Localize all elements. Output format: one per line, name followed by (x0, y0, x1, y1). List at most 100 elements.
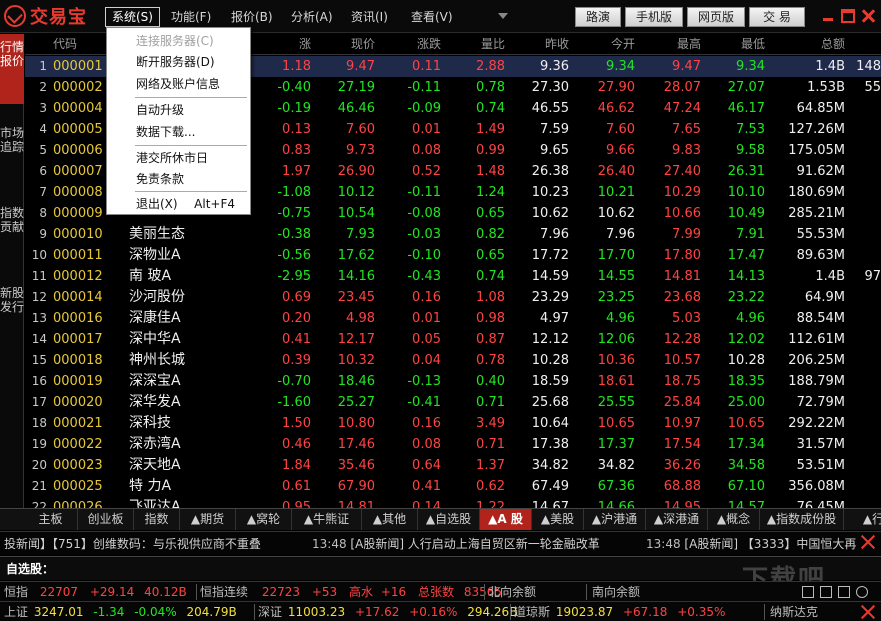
menu-item-disclaimer[interactable]: 免责条款 (108, 169, 249, 189)
shenzhen-index[interactable]: 深证 11003.23 +17.62 +0.16% 294.26B (258, 602, 517, 621)
side-tab-index-contrib[interactable]: 指数贡献 (0, 200, 24, 270)
window-icon[interactable] (820, 586, 832, 598)
menu-system[interactable]: 系统(S) (105, 7, 160, 27)
cell-low: 27.07 (727, 80, 765, 95)
category-tab[interactable]: ▲A 股 (480, 509, 532, 530)
table-row[interactable]: 21 000025 特 力A 0.61 67.90 0.41 0.62 67.49 67.36 6… (25, 476, 881, 497)
category-tab[interactable]: ▲自选股 (418, 509, 480, 530)
dow-jones-index[interactable]: 道琼斯 19023.87 +67.18 +0.35% (514, 602, 725, 621)
cell-open: 10.21 (597, 185, 635, 200)
category-tab[interactable]: ▲深港通 (646, 509, 708, 530)
menu-view[interactable]: 查看(V) (405, 7, 459, 27)
category-tab[interactable]: 指数 (134, 509, 180, 530)
menu-item-data-download[interactable]: 数据下载... (108, 122, 249, 142)
nasdaq-label[interactable]: 纳斯达克 (770, 602, 818, 621)
table-row[interactable]: 11 000012 南 玻A -2.95 14.16 -0.43 0.74 14.59 14.5… (25, 266, 881, 287)
col-header-price[interactable]: 现价 (343, 34, 375, 54)
table-row[interactable]: 12 000014 沙河股份 0.69 23.45 0.16 1.08 23.29 23.25 2… (25, 287, 881, 308)
trade-button[interactable]: 交 易 (749, 7, 805, 27)
hsi-value: 22707 (39, 585, 79, 599)
table-row[interactable]: 18 000021 深科技 1.50 10.80 0.16 3.49 10.64 10.65 10… (25, 413, 881, 434)
category-tab[interactable]: ▲其他 (362, 509, 418, 530)
category-tab[interactable]: ▲行 (844, 509, 881, 530)
col-header-code[interactable]: 代码 (53, 34, 77, 54)
northbound-balance-label[interactable]: 北向余额 (488, 582, 536, 602)
table-row[interactable]: 15 000018 神州长城 0.39 10.32 0.04 0.78 10.28 10.36 1… (25, 350, 881, 371)
cell-chg-pct: -0.19 (277, 101, 311, 116)
news-item[interactable]: 13:48 [A股新闻] 人行启动上海自贸区新一轮金融改革 (312, 533, 600, 555)
category-tab[interactable]: ▲指数成份股 (760, 509, 844, 530)
col-header-amount[interactable]: 总额 (817, 34, 845, 54)
category-tab[interactable]: ▲概念 (708, 509, 760, 530)
col-header-chg[interactable]: 涨跌 (409, 34, 441, 54)
stock-name: 南 玻A (129, 268, 172, 284)
table-row[interactable]: 16 000019 深深宝A -0.70 18.46 -0.13 0.40 18.59 18.6… (25, 371, 881, 392)
close-icon[interactable] (861, 9, 875, 23)
table-row[interactable]: 9 000010 美丽生态 -0.38 7.93 -0.03 0.82 7.96 7.96 7.9… (25, 224, 881, 245)
col-header-vol-ratio[interactable]: 量比 (473, 34, 505, 54)
cell-low: 7.53 (736, 122, 765, 137)
road-demo-button[interactable]: 路演 (575, 7, 621, 27)
strip-close-icon[interactable] (861, 605, 875, 619)
table-row[interactable]: 10 000011 深物业A -0.56 17.62 -0.10 0.65 17.72 17.7… (25, 245, 881, 266)
cell-prev: 25.68 (531, 395, 569, 410)
news-item[interactable]: 投新闻】【751】创维数码：与乐视供应商不重叠 (4, 533, 261, 555)
index-strip-hk: 恒指 22707 +29.14 40.12B 恒指连续 22723 +53 高水… (0, 581, 881, 601)
menu-quote[interactable]: 报价(B) (225, 7, 279, 27)
category-tab[interactable]: ▲窝轮 (236, 509, 292, 530)
side-tab-market-track[interactable]: 市场追踪 (0, 120, 24, 190)
category-tab[interactable]: 主板 (24, 509, 78, 530)
refresh-icon[interactable] (802, 586, 814, 598)
news-item[interactable]: 13:48 [A股新闻] 【3333】中国恒大再 (646, 533, 856, 555)
shanghai-index[interactable]: 上证 3247.01 -1.34 -0.04% 204.79B (4, 602, 237, 621)
table-row[interactable]: 17 000020 深华发A -1.60 25.27 -0.41 0.71 25.68 25.5… (25, 392, 881, 413)
col-header-high[interactable]: 最高 (669, 34, 701, 54)
menu-item-network-account[interactable]: 网络及账户信息 (108, 74, 249, 94)
cell-vol-ratio: 0.82 (476, 227, 505, 242)
web-version-button[interactable]: 网页版 (687, 7, 745, 27)
hsi-continuous[interactable]: 恒指连续 22723 +53 高水 +16 总张数 83565 (200, 582, 502, 602)
category-tab[interactable]: 创业板 (78, 509, 134, 530)
settings-icon[interactable] (856, 586, 868, 598)
menu-item-disconnect-server[interactable]: 断开服务器(D) (108, 52, 249, 72)
col-header-open[interactable]: 今开 (603, 34, 635, 54)
hsi-index[interactable]: 恒指 22707 +29.14 40.12B (4, 582, 187, 602)
side-tab-quotes[interactable]: 行情报价 (0, 34, 24, 104)
side-tab-ipo[interactable]: 新股发行 (0, 280, 24, 350)
cell-chg: 0.11 (412, 59, 441, 74)
cell-open: 7.60 (606, 122, 635, 137)
cell-chg: 0.64 (412, 458, 441, 473)
menu-function[interactable]: 功能(F) (165, 7, 217, 27)
table-row[interactable]: 14 000017 深中华A 0.41 12.17 0.05 0.87 12.12 12.06 1… (25, 329, 881, 350)
col-header-prev-close[interactable]: 昨收 (537, 34, 569, 54)
layout-icon[interactable] (838, 586, 850, 598)
menu-more-chevron-down-icon[interactable] (498, 13, 508, 19)
menu-news[interactable]: 资讯(I) (345, 7, 394, 27)
cell-prev: 10.64 (531, 416, 569, 431)
table-row[interactable]: 22 000026 飞亚达A 0.95 14.81 0.14 1.22 14.67 14.66 1… (25, 497, 881, 508)
news-close-icon[interactable] (861, 535, 875, 549)
cell-prev: 46.55 (531, 101, 569, 116)
col-header-chg-pct[interactable]: 涨幅% (277, 34, 311, 71)
watchlist-label[interactable]: 自选股： (6, 557, 54, 581)
category-tab[interactable]: ▲期货 (180, 509, 236, 530)
table-row[interactable]: 19 000022 深赤湾A 0.46 17.46 0.08 0.71 17.38 17.37 1… (25, 434, 881, 455)
category-tab[interactable]: ▲美股 (532, 509, 584, 530)
cell-prev: 12.12 (531, 332, 569, 347)
category-tab[interactable]: ▲牛熊证 (292, 509, 362, 530)
southbound-balance-label[interactable]: 南向余额 (592, 582, 640, 602)
table-row[interactable]: 13 000016 深康佳A 0.20 4.98 0.01 0.98 4.97 4.96 5.03… (25, 308, 881, 329)
minimize-icon[interactable] (821, 9, 835, 23)
table-row[interactable]: 20 000023 深天地A 1.84 35.46 0.64 1.37 34.82 34.82 3… (25, 455, 881, 476)
maximize-icon[interactable] (841, 9, 855, 23)
menu-item-exit[interactable]: 退出(X) Alt+F4 (108, 194, 249, 214)
category-tab[interactable]: ▲沪港通 (584, 509, 646, 530)
mobile-version-button[interactable]: 手机版 (625, 7, 683, 27)
menu-analysis[interactable]: 分析(A) (285, 7, 339, 27)
stock-name: 深康佳A (129, 310, 181, 326)
row-index: 11 (31, 269, 47, 283)
menu-item-auto-upgrade[interactable]: 自动升级 (108, 100, 249, 120)
col-header-low[interactable]: 最低 (733, 34, 765, 54)
menu-item-hkex-holidays[interactable]: 港交所休市日 (108, 148, 249, 168)
cell-vol-ratio: 0.78 (476, 80, 505, 95)
